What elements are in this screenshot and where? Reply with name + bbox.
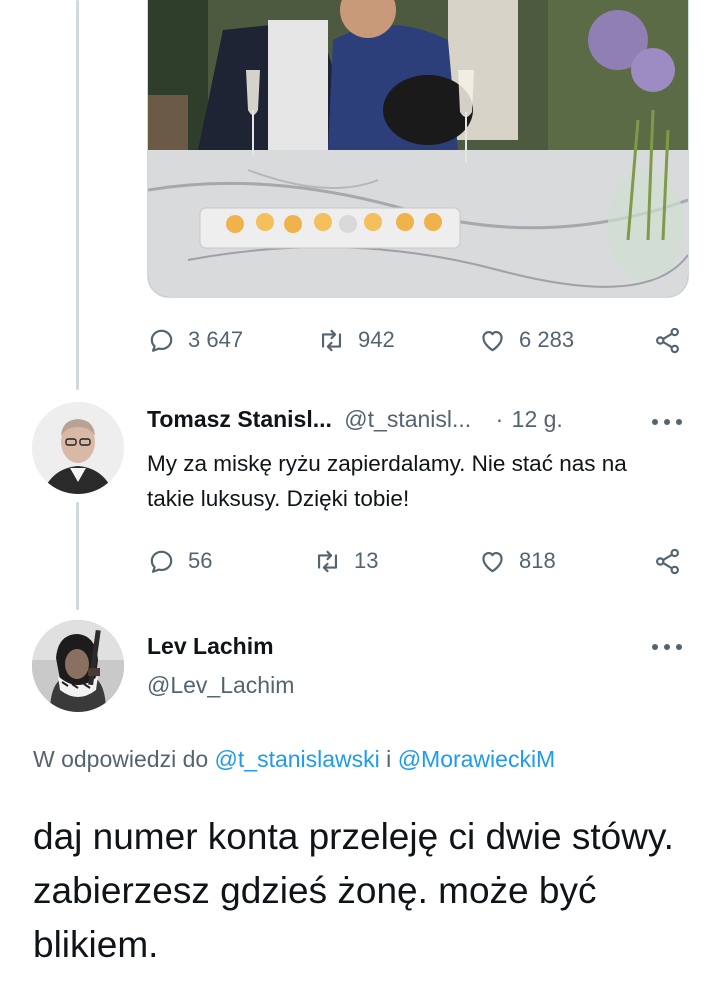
tweet-photo[interactable] [147,0,689,298]
like-count: 6 283 [519,327,575,352]
like-action[interactable]: 818 [478,541,556,581]
more-icon[interactable] [652,417,682,427]
separator-dot: · [495,406,504,432]
share-icon [656,327,679,353]
retweet-count: 13 [354,548,379,573]
share-action[interactable] [653,320,682,360]
thread-line-top [76,0,79,390]
main-tweet-name: Lev Lachim [147,633,274,660]
like-count: 818 [519,548,556,573]
reply-tweet-actions: 56 13 818 [147,541,687,581]
retweet-icon [317,550,338,572]
mention-link[interactable]: @t_stanislawski [215,746,380,772]
display-name[interactable]: Lev Lachim [147,633,274,659]
main-tweet-text: daj numer konta przeleję ci dwie stówy. … [33,816,674,965]
like-action[interactable]: 6 283 [478,320,574,360]
user-handle[interactable]: @t_stanisl... [344,406,471,432]
like-icon [482,330,503,351]
retweet-count: 942 [358,327,395,352]
replying-to: W odpowiedzi do @t_stanislawski i @Moraw… [33,746,555,773]
retweet-action[interactable]: 942 [317,320,395,360]
mention-link[interactable]: @MorawieckiM [398,746,556,772]
retweet-icon [321,329,342,351]
avatar[interactable] [32,620,124,712]
reply-tweet-text: My za miskę ryżu zapierdalamy. Nie stać … [147,451,627,511]
retweet-action[interactable]: 13 [313,541,378,581]
photo-tweet-actions: 3 647 942 6 283 [147,320,687,360]
user-handle[interactable]: @Lev_Lachim [147,672,294,698]
reply-count: 56 [188,548,213,573]
more-icon[interactable] [652,642,682,652]
reply-icon [150,550,173,573]
main-tweet-handle: @Lev_Lachim [147,672,294,699]
reply-prefix: W odpowiedzi do [33,746,209,772]
like-icon [482,551,503,572]
reply-action[interactable]: 3 647 [147,320,243,360]
reply-action[interactable]: 56 [147,541,212,581]
display-name[interactable]: Tomasz Stanisl... [147,406,332,432]
reply-conjunction: i [386,746,392,772]
reply-tweet-header: Tomasz Stanisl... @t_stanisl... · 12 g. [147,406,563,433]
thread-line-middle [76,502,79,610]
reply-icon [150,329,173,352]
avatar[interactable] [32,402,124,494]
tweet-time[interactable]: 12 g. [512,406,563,432]
share-action[interactable] [653,541,682,581]
share-icon [656,548,679,574]
reply-count: 3 647 [188,327,244,352]
